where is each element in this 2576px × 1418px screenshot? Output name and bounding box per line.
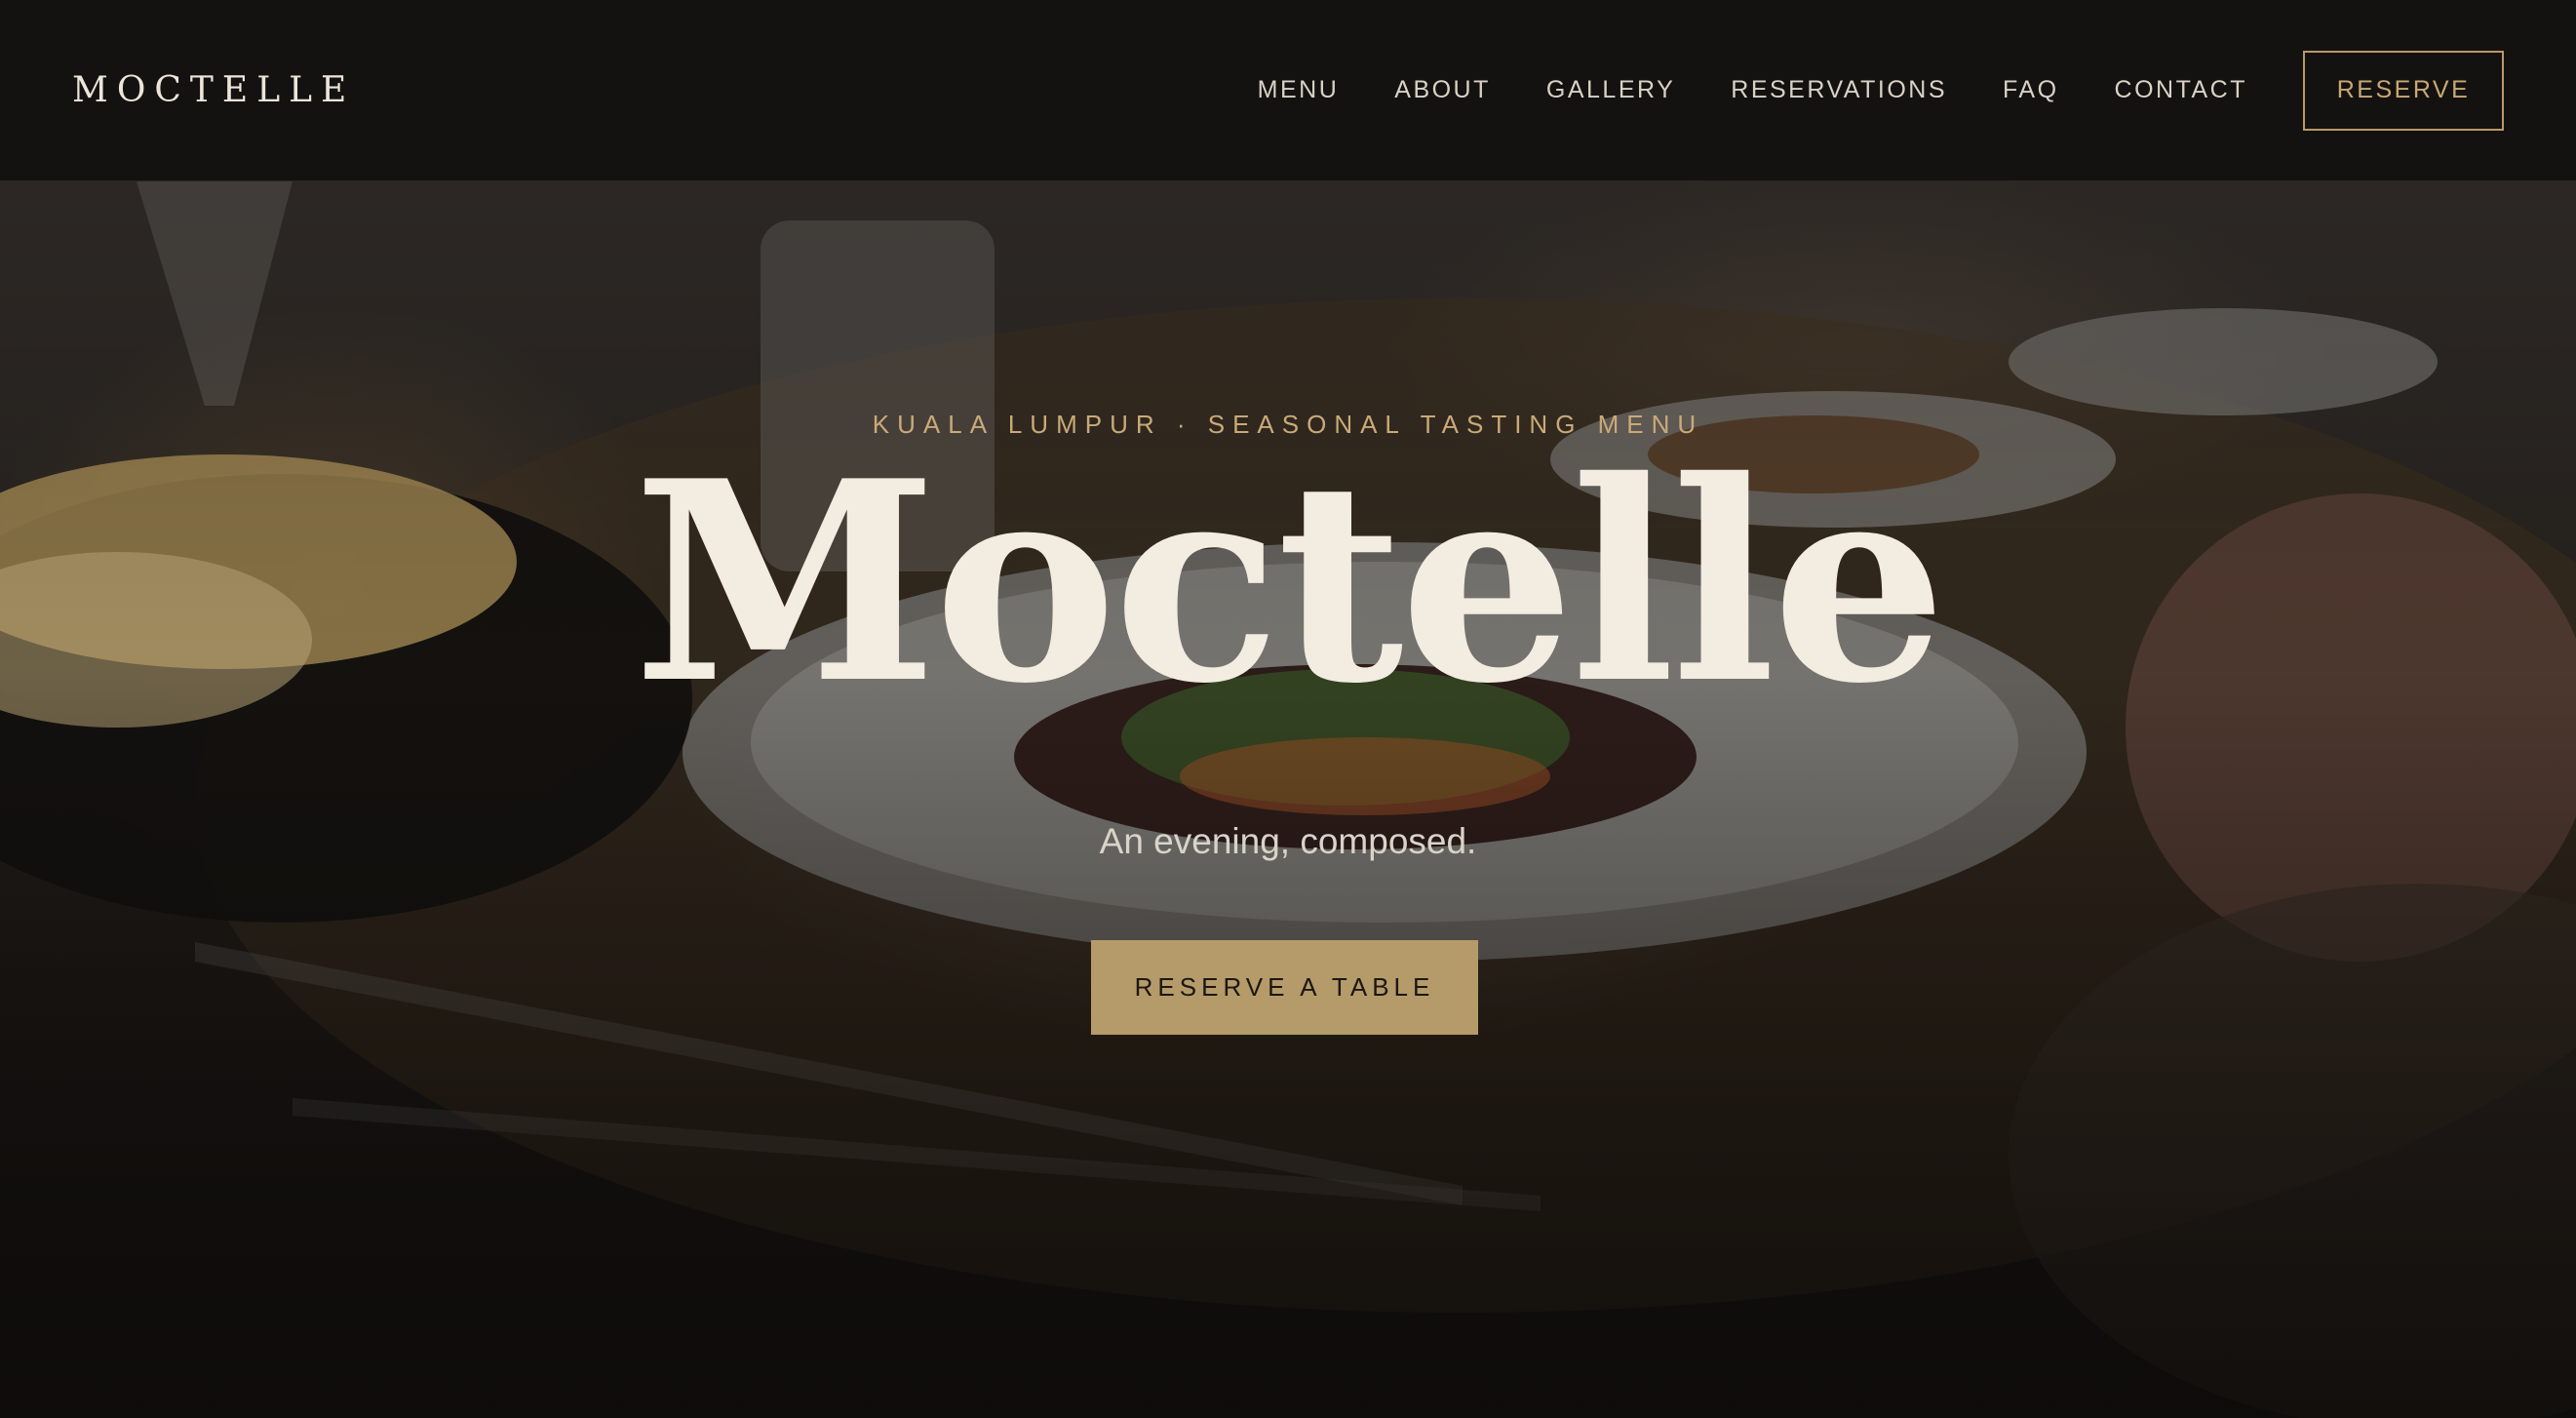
hero-title: Moctelle — [633, 420, 1946, 744]
nav-gallery[interactable]: GALLERY — [1546, 76, 1675, 104]
nav-menu[interactable]: MENU — [1258, 76, 1340, 104]
brand-logo[interactable]: MOCTELLE — [72, 70, 355, 110]
hero-content: KUALA LUMPUR · SEASONAL TASTING MENU Moc… — [0, 181, 2576, 1418]
hero-section: KUALA LUMPUR · SEASONAL TASTING MENU Moc… — [0, 181, 2576, 1418]
reserve-button[interactable]: RESERVE — [2303, 50, 2504, 131]
nav-contact[interactable]: CONTACT — [2115, 76, 2247, 104]
reserve-table-button[interactable]: RESERVE A TABLE — [1091, 940, 1478, 1035]
main-nav: MENU ABOUT GALLERY RESERVATIONS FAQ CONT… — [1258, 50, 2504, 131]
hero-tagline: An evening, composed. — [1099, 821, 1477, 861]
nav-faq[interactable]: FAQ — [2003, 76, 2059, 104]
nav-reservations[interactable]: RESERVATIONS — [1731, 76, 1947, 104]
nav-about[interactable]: ABOUT — [1394, 76, 1491, 104]
site-header: MOCTELLE MENU ABOUT GALLERY RESERVATIONS… — [0, 0, 2576, 181]
